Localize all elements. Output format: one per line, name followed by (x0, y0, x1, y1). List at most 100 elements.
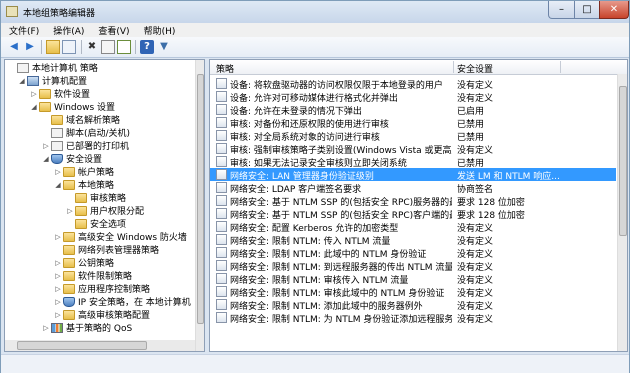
list-row[interactable]: 设备: 允许在未登录的情况下弹出 已启用 (210, 103, 616, 117)
tree-node-local-policies[interactable]: ◢ 本地策略 (53, 178, 114, 191)
tree-expander[interactable]: ▷ (41, 324, 51, 332)
tree-node-qos[interactable]: ▷ 基于策略的 QoS (41, 321, 132, 334)
policy-setting-icon (216, 221, 227, 232)
policy-setting-icon (216, 169, 227, 180)
help-icon[interactable]: ? (140, 40, 154, 54)
tree-node-software-restriction[interactable]: ▷ 软件限制策略 (53, 269, 132, 282)
policy-setting-icon (216, 78, 227, 89)
list-row[interactable]: 网络安全: 基于 NTLM SSP 的(包括安全 RPC)服务器的最小... 要求… (210, 194, 616, 208)
tree-node-computer-config[interactable]: ◢ 计算机配置 (17, 74, 87, 87)
folder-icon (51, 114, 63, 125)
tree-node-audit-policy[interactable]: 审核策略 (65, 191, 126, 204)
tree-expander[interactable]: ▷ (53, 272, 63, 280)
tree-expander[interactable]: ▷ (53, 168, 63, 176)
list-row[interactable]: 审核: 如果无法记录安全审核则立即关闭系统 已禁用 (210, 155, 616, 169)
list-row[interactable]: 审核: 对备份和还原权限的使用进行审核 已禁用 (210, 116, 616, 130)
policy-setting-icon (216, 91, 227, 102)
tree-expander[interactable]: ▷ (29, 90, 39, 98)
tree-node-label: 脚本(启动/关机) (66, 129, 131, 139)
tree-expander[interactable]: ▷ (53, 285, 63, 293)
tree-node-label: 审核策略 (90, 194, 127, 204)
tree-node-account-policies[interactable]: ▷ 帐户策略 (53, 165, 114, 178)
tree-node-local-computer-policy[interactable]: 本地计算机 策略 (7, 61, 98, 74)
tree-horizontal-scrollbar[interactable] (5, 340, 195, 351)
menu-action[interactable]: 操作(A) (45, 23, 90, 37)
tree-expander[interactable]: ▷ (53, 311, 63, 319)
list-row[interactable]: 网络安全: 限制 NTLM: 审核传入 NTLM 流量 没有定义 (210, 272, 616, 286)
column-divider[interactable] (560, 61, 561, 73)
tree-node-label: 帐户策略 (78, 168, 115, 178)
tree-expander[interactable]: ▷ (53, 298, 63, 306)
folder-open-icon (75, 218, 87, 229)
folder-icon (63, 244, 75, 255)
tree-node-security-settings[interactable]: ◢ 安全设置 (41, 152, 102, 165)
filter-icon[interactable]: ▼ (157, 40, 171, 54)
tree-expander[interactable]: ▷ (53, 259, 63, 267)
menu-file[interactable]: 文件(F) (1, 23, 45, 37)
list-row[interactable]: 网络安全: 限制 NTLM: 添加此域中的服务器例外 没有定义 (210, 298, 616, 312)
tree-expander[interactable]: ◢ (53, 181, 63, 189)
list-row[interactable]: 网络安全: 基于 NTLM SSP 的(包括安全 RPC)客户端的最小... 要求… (210, 207, 616, 221)
tree-node-windows-settings[interactable]: ◢ Windows 设置 (29, 100, 115, 113)
export-list-icon[interactable] (117, 40, 131, 54)
tree-expander[interactable]: ▷ (65, 207, 75, 215)
scrollbar-thumb[interactable] (17, 341, 147, 350)
tree-node-scripts[interactable]: 脚本(启动/关机) (41, 126, 130, 139)
list-row[interactable]: 网络安全: 限制 NTLM: 此域中的 NTLM 身份验证 没有定义 (210, 246, 616, 260)
folder-icon (63, 283, 75, 294)
tree-node-public-key[interactable]: ▷ 公钥策略 (53, 256, 114, 269)
column-divider[interactable] (453, 61, 454, 73)
list-row[interactable]: 网络安全: LDAP 客户端签名要求 协商签名 (210, 181, 616, 195)
show-tree-icon[interactable] (62, 40, 76, 54)
list-row[interactable]: 网络安全: 限制 NTLM: 为 NTLM 身份验证添加远程服务器... 没有定义 (210, 311, 616, 325)
tree-node-ip-security[interactable]: ▷ IP 安全策略，在 本地计算机 (53, 295, 191, 308)
menu-view[interactable]: 查看(V) (90, 23, 135, 37)
title-bar[interactable]: 本地组策略编辑器 – □ ✕ (1, 1, 629, 23)
list-row[interactable]: 审核: 对全局系统对象的访问进行审核 已禁用 (210, 129, 616, 143)
list-row[interactable]: 网络安全: 限制 NTLM: 传入 NTLM 流量 没有定义 (210, 233, 616, 247)
tree-expander[interactable]: ◢ (29, 103, 39, 111)
tree-node-printers[interactable]: ▷ 已部署的打印机 (41, 139, 129, 152)
minimize-button[interactable]: – (548, 1, 575, 19)
tree-expander[interactable]: ◢ (41, 155, 51, 163)
list-row[interactable]: 网络安全: 限制 NTLM: 到远程服务器的传出 NTLM 流量 没有定义 (210, 259, 616, 273)
tree-node-security-options[interactable]: 安全选项 (65, 217, 126, 230)
list-row[interactable]: 设备: 允许对可移动媒体进行格式化并弹出 没有定义 (210, 90, 616, 104)
tree-node-label: 软件设置 (54, 90, 91, 100)
app-icon (6, 6, 18, 17)
tree-vertical-scrollbar[interactable] (195, 60, 204, 351)
tree-node-software-settings[interactable]: ▷ 软件设置 (29, 87, 90, 100)
list-row-selected[interactable]: 网络安全: LAN 管理器身份验证级别 发送 LM 和 NTLM 响应... (210, 168, 616, 182)
list-row[interactable]: 审核: 强制审核策略子类别设置(Windows Vista 或更高版本...没有… (210, 142, 616, 156)
list-row[interactable]: 网络安全: 配置 Kerberos 允许的加密类型 没有定义 (210, 220, 616, 234)
tree-expander[interactable]: ◢ (17, 77, 27, 85)
folder-icon (63, 257, 75, 268)
maximize-button[interactable]: □ (574, 1, 600, 19)
column-header-policy[interactable]: 策略 (216, 62, 234, 75)
up-folder-icon[interactable] (46, 40, 60, 54)
column-header-setting[interactable]: 安全设置 (457, 62, 493, 75)
tree-node-advanced-audit[interactable]: ▷ 高级审核策略配置 (53, 308, 150, 321)
list-row[interactable]: 网络安全: 限制 NTLM: 审核此域中的 NTLM 身份验证 没有定义 (210, 285, 616, 299)
close-button[interactable]: ✕ (599, 1, 629, 19)
properties-icon[interactable] (101, 40, 115, 54)
scrollbar-thumb[interactable] (197, 74, 204, 324)
tree-node-name-resolution[interactable]: 域名解析策略 (41, 113, 120, 126)
forward-arrow-icon[interactable]: ▶ (23, 40, 37, 54)
tree-expander[interactable]: ▷ (41, 142, 51, 150)
tree-expander[interactable]: ▷ (53, 233, 63, 241)
back-arrow-icon[interactable]: ◀ (7, 40, 21, 54)
list-row[interactable]: 设备: 将软盘驱动器的访问权限仅限于本地登录的用户 没有定义 (210, 77, 616, 91)
tree-node-network-list[interactable]: 网络列表管理器策略 (53, 243, 159, 256)
policy-setting-icon (216, 208, 227, 219)
delete-icon[interactable]: ✖ (85, 40, 99, 54)
ip-security-icon (63, 296, 75, 307)
tree-node-label: 用户权限分配 (90, 207, 145, 217)
tree-node-app-control[interactable]: ▷ 应用程序控制策略 (53, 282, 150, 295)
tree-node-user-rights[interactable]: ▷ 用户权限分配 (65, 204, 144, 217)
tree-node-label: 本地策略 (78, 181, 115, 191)
menu-help[interactable]: 帮助(H) (136, 23, 182, 37)
list-vertical-scrollbar[interactable] (617, 74, 627, 351)
tree-node-firewall[interactable]: ▷ 高级安全 Windows 防火墙 (53, 230, 187, 243)
scrollbar-thumb[interactable] (619, 86, 627, 236)
